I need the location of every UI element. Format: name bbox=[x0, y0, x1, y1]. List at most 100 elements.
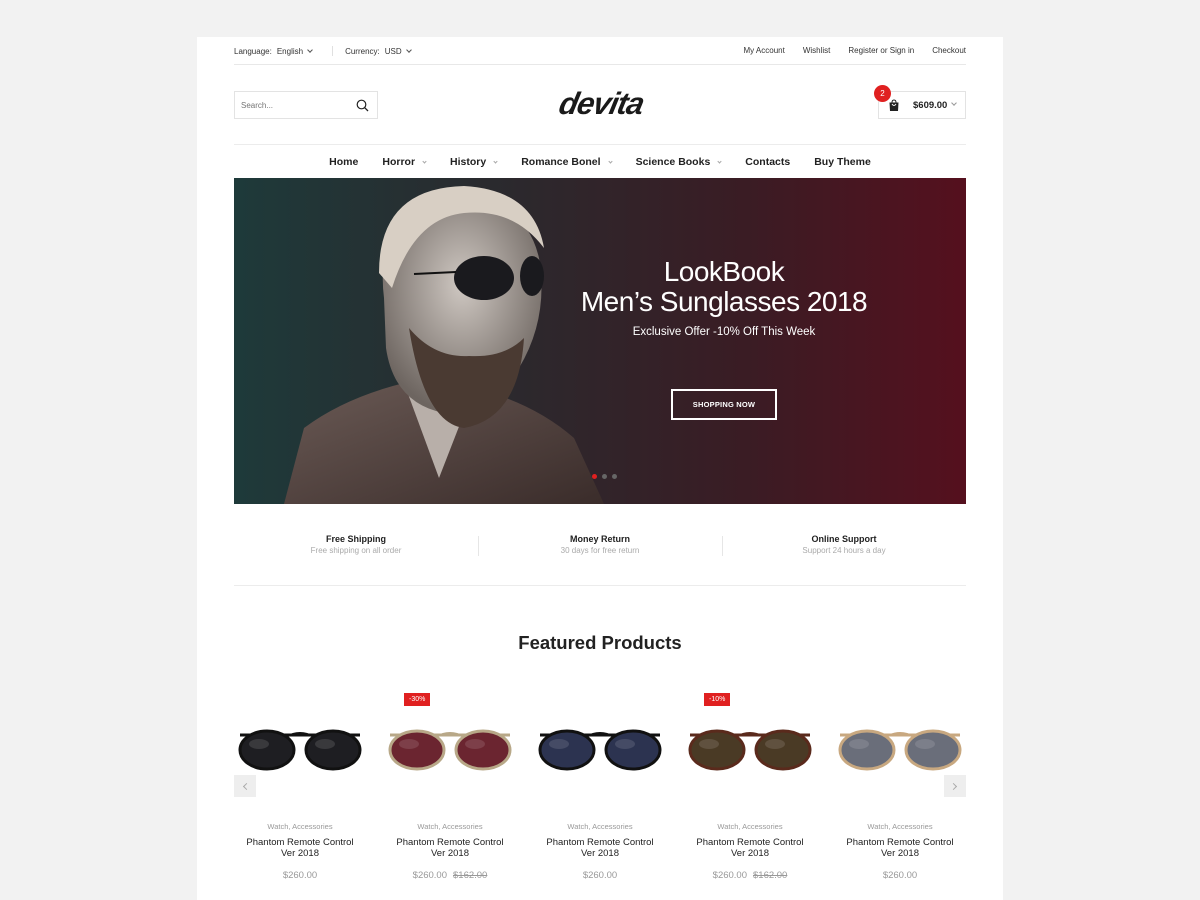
feature-desc: 30 days for free return bbox=[560, 546, 640, 555]
product-price: $260.00 bbox=[582, 870, 618, 881]
sale-badge: -30% bbox=[404, 693, 431, 706]
nav-item-label: Horror bbox=[382, 156, 416, 168]
feature-free-shipping: Free Shipping Free shipping on all order bbox=[234, 524, 478, 585]
chevron-down-icon bbox=[951, 100, 957, 106]
product-old-price: $162.00 bbox=[453, 870, 488, 881]
feature-desc: Free shipping on all order bbox=[310, 546, 402, 555]
search-box bbox=[234, 91, 378, 119]
product-price-row: $260.00 bbox=[234, 870, 366, 881]
product-name[interactable]: Phantom Remote Control Ver 2018 bbox=[392, 837, 508, 859]
nav-item-label: Buy Theme bbox=[814, 156, 871, 168]
shopping-bag-icon bbox=[888, 99, 900, 117]
sunglasses-icon bbox=[838, 729, 962, 771]
product-image[interactable] bbox=[684, 717, 816, 787]
sunglasses-icon bbox=[688, 729, 812, 771]
search-input[interactable] bbox=[235, 100, 351, 110]
site-logo[interactable]: devita bbox=[534, 86, 666, 121]
nav-item-label: History bbox=[450, 156, 487, 168]
nav-item-label: Science Books bbox=[635, 156, 711, 168]
chevron-down-icon bbox=[717, 158, 722, 164]
search-icon[interactable] bbox=[356, 99, 369, 117]
chevron-down-icon bbox=[607, 158, 613, 164]
header: devita 2 $609.00 bbox=[234, 65, 966, 145]
main-nav: Home Horror History Romance Bonel Scienc… bbox=[234, 145, 966, 179]
nav-item-label: Contacts bbox=[745, 156, 791, 168]
slider-dot[interactable] bbox=[612, 474, 617, 479]
product-image[interactable] bbox=[534, 717, 666, 787]
nav-item-label: Home bbox=[329, 156, 359, 168]
feature-online-support: Online Support Support 24 hours a day bbox=[722, 524, 966, 585]
checkout-link[interactable]: Checkout bbox=[932, 46, 966, 55]
currency-selector[interactable]: USD bbox=[385, 46, 412, 56]
top-bar: Language: English Currency: USD My Accou… bbox=[234, 37, 966, 65]
product-category[interactable]: Watch, Accessories bbox=[384, 822, 516, 831]
sale-badge: -10% bbox=[704, 693, 731, 706]
account-links: My Account Wishlist Register or Sign in … bbox=[743, 46, 966, 55]
page: Language: English Currency: USD My Accou… bbox=[197, 37, 1003, 900]
product-price: $260.00 bbox=[882, 870, 918, 881]
nav-item-horror[interactable]: Horror bbox=[382, 156, 427, 168]
feature-title: Money Return bbox=[569, 534, 630, 544]
chevron-right-icon bbox=[949, 782, 958, 790]
carousel-prev-button[interactable] bbox=[234, 775, 256, 797]
hero-title-line2: Men’s Sunglasses 2018 bbox=[580, 286, 868, 317]
product-name[interactable]: Phantom Remote Control Ver 2018 bbox=[692, 837, 808, 859]
features-bar: Free Shipping Free shipping on all order… bbox=[234, 524, 966, 586]
shopping-now-button[interactable]: SHOPPING NOW bbox=[671, 389, 777, 420]
nav-item-science-books[interactable]: Science Books bbox=[636, 156, 722, 168]
feature-desc: Support 24 hours a day bbox=[802, 546, 886, 555]
slider-dot[interactable] bbox=[592, 474, 597, 479]
product-category[interactable]: Watch, Accessories bbox=[684, 822, 816, 831]
product-price: $260.00 bbox=[412, 870, 447, 881]
product-price-row: $260.00 bbox=[534, 870, 666, 881]
wishlist-link[interactable]: Wishlist bbox=[803, 46, 831, 55]
cart-button[interactable]: 2 $609.00 bbox=[874, 85, 966, 119]
register-signin-link[interactable]: Register or Sign in bbox=[848, 46, 914, 55]
chevron-down-icon bbox=[493, 158, 498, 164]
sunglasses-icon bbox=[238, 729, 362, 771]
currency-label: Currency: bbox=[345, 46, 380, 56]
chevron-down-icon bbox=[422, 158, 427, 164]
product-category[interactable]: Watch, Accessories bbox=[234, 822, 366, 831]
carousel-next-button[interactable] bbox=[944, 775, 966, 797]
product-price-row: $260.00 bbox=[834, 870, 966, 881]
logo-text: devita bbox=[556, 87, 647, 121]
slider-dot[interactable] bbox=[602, 474, 607, 479]
product-carousel: Watch, Accessories Phantom Remote Contro… bbox=[234, 687, 966, 897]
language-label: Language: bbox=[234, 46, 272, 56]
cart-total: $609.00 bbox=[913, 100, 948, 111]
nav-item-romance-bonel[interactable]: Romance Bonel bbox=[521, 156, 613, 168]
product-image[interactable] bbox=[384, 717, 516, 787]
product-name[interactable]: Phantom Remote Control Ver 2018 bbox=[842, 837, 958, 859]
product-name[interactable]: Phantom Remote Control Ver 2018 bbox=[242, 837, 358, 859]
sunglasses-icon bbox=[538, 729, 662, 771]
top-bar-left: Language: English Currency: USD bbox=[234, 46, 412, 56]
feature-money-return: Money Return 30 days for free return bbox=[478, 524, 722, 585]
nav-item-contacts[interactable]: Contacts bbox=[745, 156, 790, 168]
product-old-price: $162.00 bbox=[753, 870, 788, 881]
product-category[interactable]: Watch, Accessories bbox=[534, 822, 666, 831]
my-account-link[interactable]: My Account bbox=[743, 46, 784, 55]
feature-title: Online Support bbox=[811, 534, 877, 544]
product-price-row: $260.00 $162.00 bbox=[684, 870, 816, 881]
hero-slider: LookBook Men’s Sunglasses 2018 Exclusive… bbox=[234, 178, 966, 504]
hero-model-image bbox=[284, 186, 604, 504]
nav-item-buy-theme[interactable]: Buy Theme bbox=[814, 156, 871, 168]
chevron-left-icon bbox=[242, 782, 251, 790]
slider-dots bbox=[592, 474, 617, 479]
nav-item-home[interactable]: Home bbox=[329, 156, 358, 168]
chevron-down-icon bbox=[405, 46, 412, 53]
nav-item-history[interactable]: History bbox=[450, 156, 498, 168]
product-name[interactable]: Phantom Remote Control Ver 2018 bbox=[542, 837, 658, 859]
nav-item-label: Romance Bonel bbox=[521, 156, 601, 168]
language-selector[interactable]: English bbox=[276, 46, 313, 56]
featured-products-title: Featured Products bbox=[518, 632, 682, 653]
product-price: $260.00 bbox=[282, 870, 318, 881]
divider bbox=[332, 46, 334, 56]
chevron-down-icon bbox=[307, 46, 313, 53]
language-value: English bbox=[276, 46, 304, 56]
product-category[interactable]: Watch, Accessories bbox=[834, 822, 966, 831]
product-price-row: $260.00 $162.00 bbox=[384, 870, 516, 881]
sunglasses-icon bbox=[388, 729, 512, 771]
hero-subtitle: Exclusive Offer -10% Off This Week bbox=[632, 326, 816, 338]
